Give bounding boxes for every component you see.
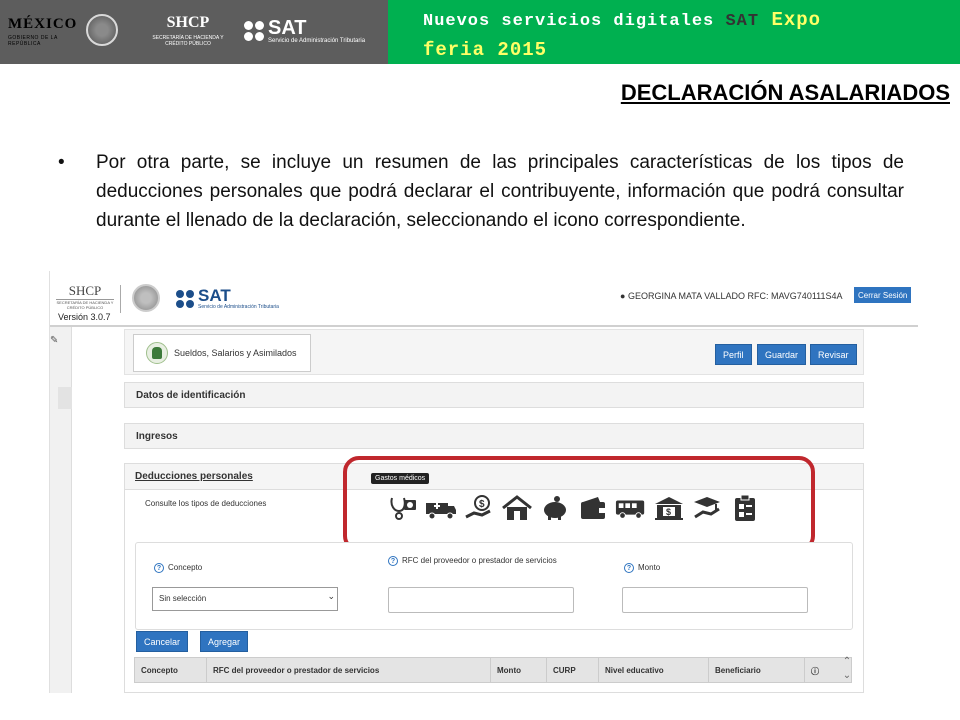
guardar-button[interactable]: Guardar xyxy=(757,344,807,365)
regime-bar: Sueldos, Salarios y Asimilados Perfil Gu… xyxy=(124,329,864,375)
gov-banner: MÉXICO GOBIERNO DE LA REPÚBLICA SHCP SEC… xyxy=(0,0,388,64)
help-icon[interactable]: ? xyxy=(154,563,164,573)
paragraph-text: Por otra parte, se incluye un resumen de… xyxy=(96,152,904,231)
help-icon[interactable]: ? xyxy=(624,563,634,573)
logout-button[interactable]: Cerrar Sesión xyxy=(854,287,912,303)
national-seal-icon xyxy=(86,14,118,46)
regime-tab[interactable]: Sueldos, Salarios y Asimilados xyxy=(133,334,311,372)
chevron-down-icon: ⌄ xyxy=(327,591,335,601)
rfc-input[interactable] xyxy=(388,587,574,613)
side-tab[interactable] xyxy=(58,387,72,409)
chevron-up-icon[interactable]: ⌃ xyxy=(840,655,854,669)
agregar-button[interactable]: Agregar xyxy=(200,631,249,652)
th-rfc: RFC del proveedor o prestador de servici… xyxy=(207,658,491,682)
event-title: Nuevos servicios digitales SAT Expo feri… xyxy=(423,9,822,61)
user-icon: ● xyxy=(620,291,628,301)
panel-ingresos[interactable]: Ingresos xyxy=(124,423,864,449)
deduction-form: ? Concepto Sin selección ⌄ ? RFC del prove… xyxy=(135,542,853,630)
th-monto: Monto xyxy=(491,658,547,682)
th-nivel-educativo: Nivel educativo xyxy=(599,658,709,682)
app-sat-dots-icon xyxy=(176,289,194,308)
slide: MÉXICO GOBIERNO DE LA REPÚBLICA SHCP SEC… xyxy=(0,0,960,720)
chevron-down-icon[interactable]: ⌄ xyxy=(840,669,854,683)
deductions-table-header: Concepto RFC del proveedor o prestador d… xyxy=(134,657,852,683)
monto-input[interactable] xyxy=(622,587,808,613)
sat-dots-icon xyxy=(244,21,264,41)
highlight-ring xyxy=(343,456,815,552)
th-curp: CURP xyxy=(547,658,599,682)
bullet-paragraph: • Por otra parte, se incluye un resumen … xyxy=(58,148,904,235)
monto-label: ? Monto xyxy=(624,563,660,573)
app-shcp-logo: SHCP SECRETARÍA DE HACIENDA Y CRÉDITO PÚ… xyxy=(56,283,114,310)
slide-heading: DECLARACIÓN ASALARIADOS xyxy=(620,80,950,105)
th-concepto: Concepto xyxy=(135,658,207,682)
app-seal-icon xyxy=(132,284,160,312)
app-screenshot: SHCP SECRETARÍA DE HACIENDA Y CRÉDITO PÚ… xyxy=(49,271,918,693)
app-content: Sueldos, Salarios y Asimilados Perfil Gu… xyxy=(124,327,864,693)
left-strip: ✎ xyxy=(50,327,72,693)
rfc-label: ? RFC del proveedor o prestador de servic… xyxy=(388,555,568,566)
sat-logo: SAT Servicio de Administración Tributari… xyxy=(244,18,365,44)
header-divider xyxy=(120,285,121,313)
table-scrollbar[interactable]: ⌃ ⌄ xyxy=(840,655,854,689)
app-sat-logo: SAT Servicio de Administración Tributari… xyxy=(176,287,279,310)
app-header: SHCP SECRETARÍA DE HACIENDA Y CRÉDITO PÚ… xyxy=(50,271,918,327)
concepto-select[interactable]: Sin selección ⌄ xyxy=(152,587,338,611)
edit-icon: ✎ xyxy=(50,335,59,346)
consulte-text: Consulte los tipos de deducciones xyxy=(145,499,267,508)
user-info: ● GEORGINA MATA VALLADO RFC: MAVG740111S… xyxy=(620,291,843,301)
people-icon xyxy=(146,342,168,364)
help-icon[interactable]: ? xyxy=(388,556,398,566)
panel-identificacion[interactable]: Datos de identificación xyxy=(124,382,864,408)
perfil-button[interactable]: Perfil xyxy=(715,344,752,365)
revisar-button[interactable]: Revisar xyxy=(810,344,857,365)
bullet: • xyxy=(58,152,65,173)
info-icon[interactable]: ⓘ xyxy=(805,658,827,682)
event-banner: Nuevos servicios digitales SAT Expo feri… xyxy=(388,0,960,64)
concepto-label: ? Concepto xyxy=(154,563,202,573)
cancelar-button[interactable]: Cancelar xyxy=(136,631,189,652)
shcp-logo: SHCP SECRETARÍA DE HACIENDA Y CRÉDITO PÚ… xyxy=(152,14,224,47)
app-version: Versión 3.0.7 xyxy=(58,312,111,322)
mexico-logo: MÉXICO GOBIERNO DE LA REPÚBLICA xyxy=(8,16,78,47)
th-beneficiario: Beneficiario xyxy=(709,658,805,682)
